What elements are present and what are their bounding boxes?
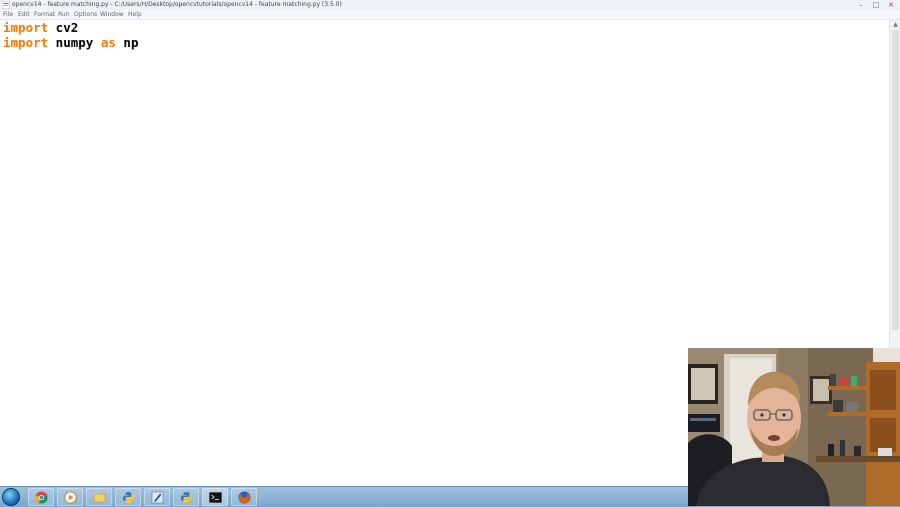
alias-name: np bbox=[115, 35, 139, 50]
python-shell-icon bbox=[181, 492, 192, 503]
chrome-icon bbox=[35, 491, 48, 504]
taskbar-chrome[interactable] bbox=[28, 488, 54, 506]
idle-app-icon bbox=[2, 1, 10, 9]
scroll-up-arrow-icon[interactable]: ▲ bbox=[890, 20, 900, 29]
close-button[interactable]: ✕ bbox=[885, 1, 897, 9]
window-title: opencv14 - feature matching.py - C:/User… bbox=[12, 1, 342, 8]
taskbar-media-player[interactable] bbox=[57, 488, 83, 506]
menu-run[interactable]: Run bbox=[58, 10, 70, 19]
taskbar-terminal[interactable] bbox=[202, 488, 228, 506]
menu-window[interactable]: Window bbox=[100, 10, 124, 19]
keyword-import: import bbox=[3, 20, 49, 35]
file-explorer-icon bbox=[93, 493, 106, 503]
python-icon bbox=[123, 492, 134, 503]
taskbar-python[interactable] bbox=[115, 488, 141, 506]
taskbar-python-shell[interactable] bbox=[173, 488, 199, 506]
terminal-icon bbox=[209, 492, 222, 503]
menu-bar: File Edit Format Run Options Window Help bbox=[0, 10, 900, 20]
menu-options[interactable]: Options bbox=[74, 10, 97, 19]
scrollbar-thumb[interactable] bbox=[892, 30, 899, 330]
webcam-overlay bbox=[688, 348, 900, 506]
pen-tool-icon bbox=[151, 491, 164, 504]
module-name: numpy bbox=[48, 35, 101, 50]
menu-format[interactable]: Format bbox=[34, 10, 55, 19]
menu-edit[interactable]: Edit bbox=[18, 10, 30, 19]
start-button[interactable] bbox=[2, 488, 20, 506]
taskbar-firefox[interactable] bbox=[231, 488, 257, 506]
code-line[interactable]: import numpy as np bbox=[3, 35, 138, 51]
media-player-icon bbox=[64, 491, 77, 504]
minimize-button[interactable]: – bbox=[855, 1, 867, 9]
menu-file[interactable]: File bbox=[3, 10, 13, 19]
taskbar-pen-tool[interactable] bbox=[144, 488, 170, 506]
keyword-as: as bbox=[100, 35, 116, 50]
maximize-button[interactable]: □ bbox=[870, 1, 882, 9]
code-line[interactable]: import cv2 bbox=[3, 20, 78, 36]
module-name: cv2 bbox=[48, 20, 79, 35]
menu-help[interactable]: Help bbox=[128, 10, 142, 19]
firefox-icon bbox=[238, 491, 251, 504]
keyword-import: import bbox=[3, 35, 49, 50]
taskbar-file-explorer[interactable] bbox=[86, 488, 112, 506]
